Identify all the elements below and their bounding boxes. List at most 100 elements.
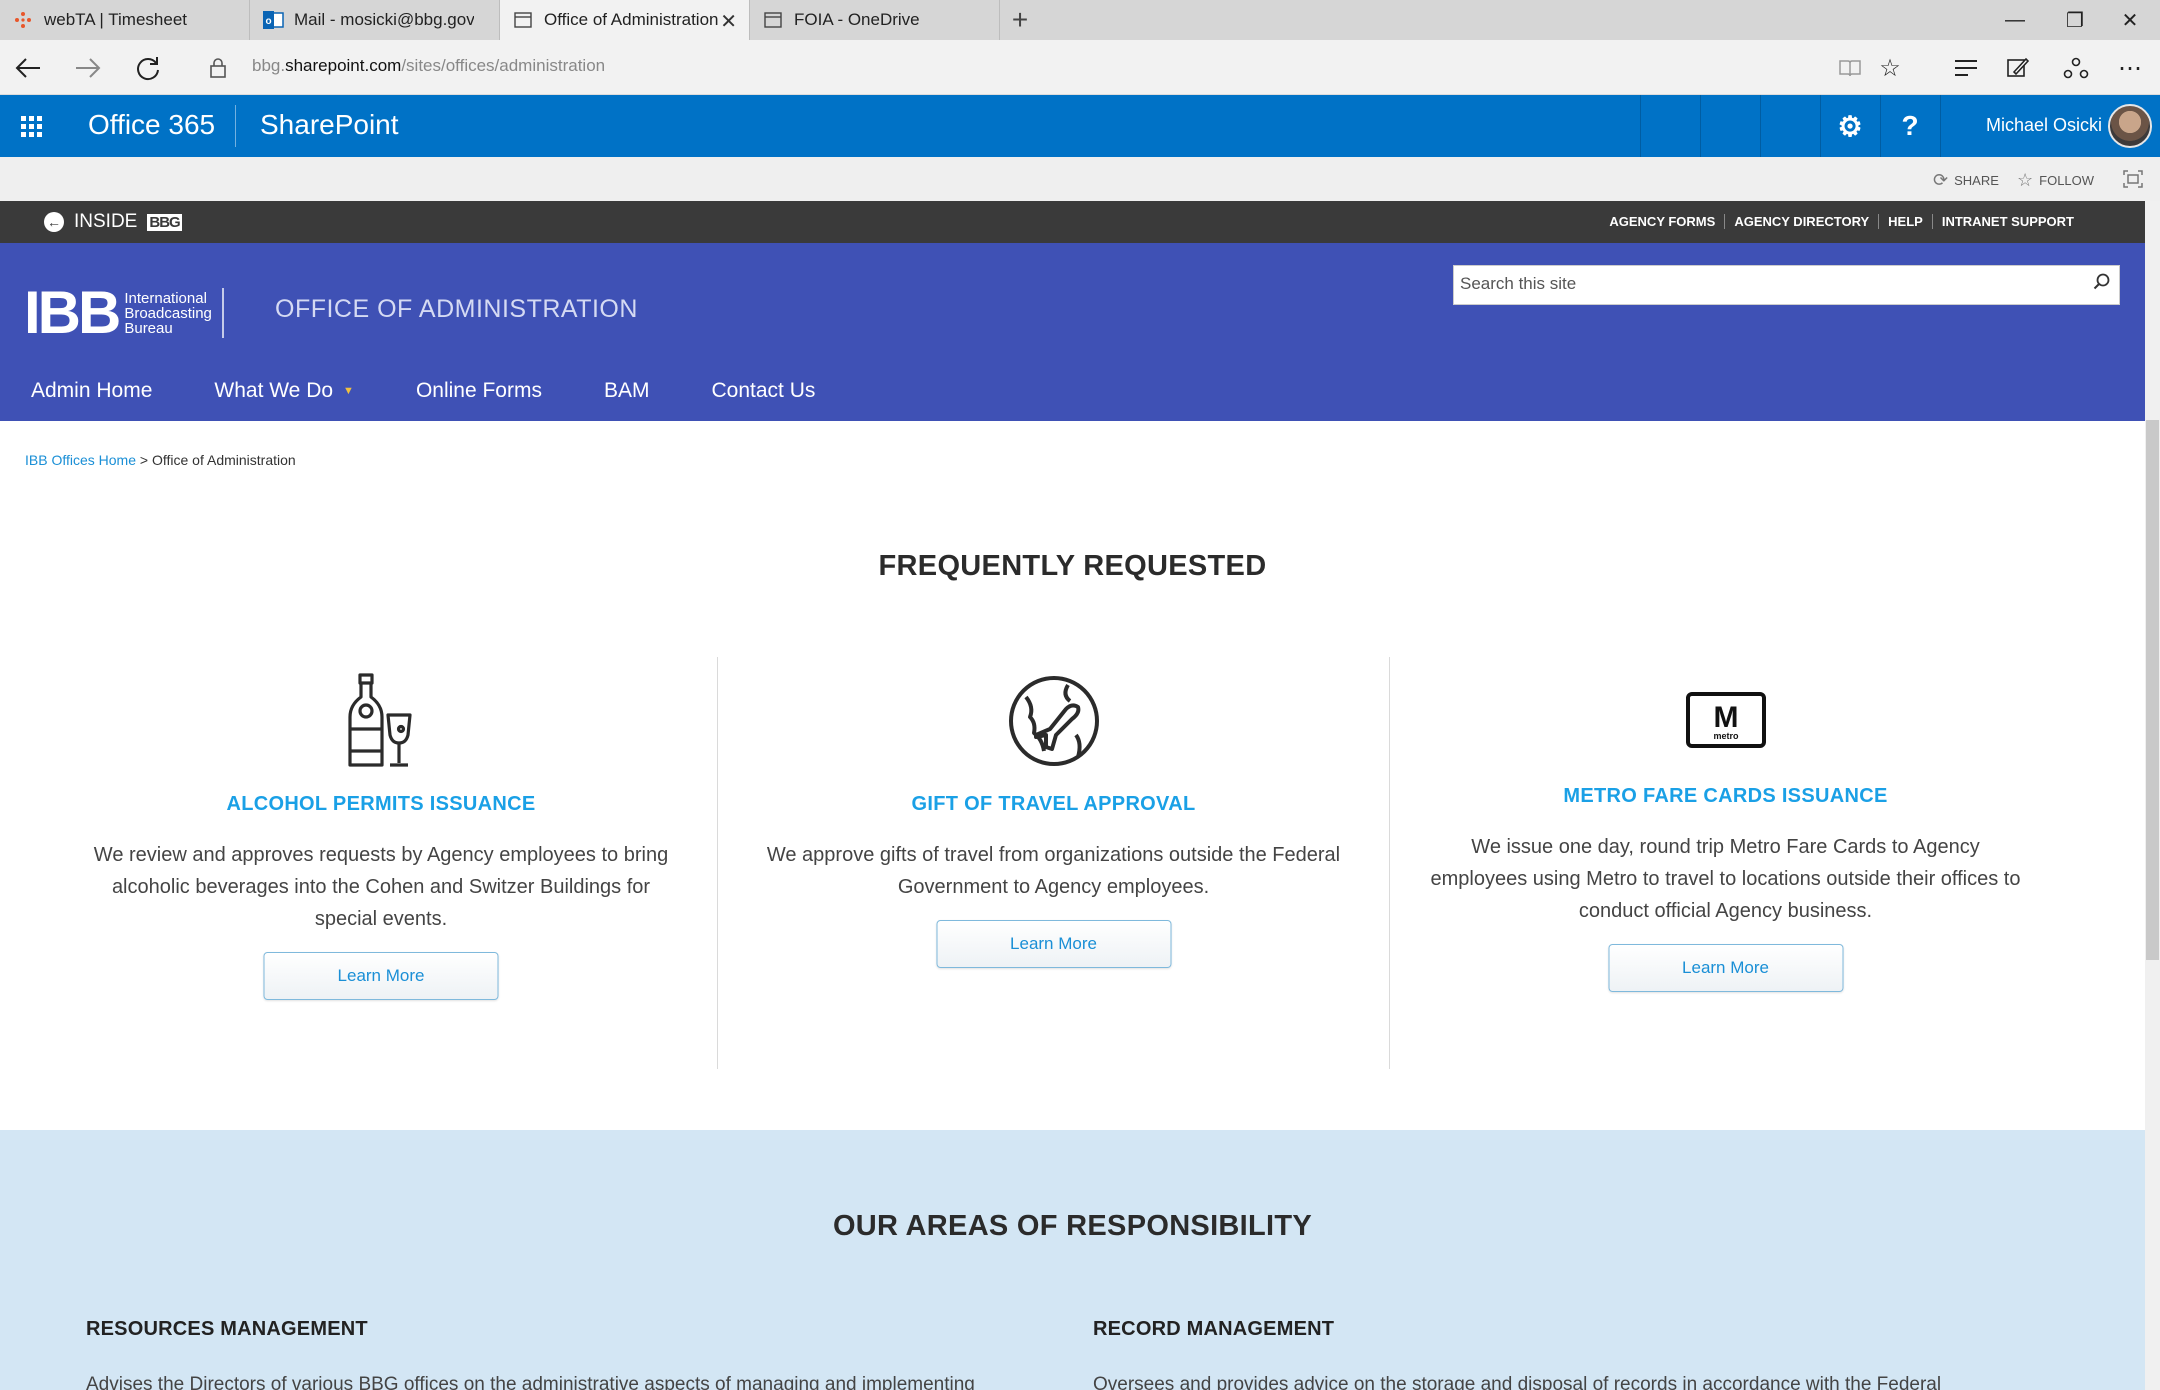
inside-bbg-bar: ← INSIDE BBG AGENCY FORMS AGENCY DIRECTOR… — [0, 201, 2145, 243]
url-field[interactable]: bbg.sharepoint.com/sites/offices/adminis… — [252, 56, 605, 76]
hub-icon[interactable] — [1946, 48, 1986, 88]
star-icon: ☆ — [2017, 170, 2034, 190]
minimize-icon[interactable]: — — [1985, 0, 2045, 40]
nav-online-forms[interactable]: Online Forms — [385, 371, 573, 411]
tab-foia[interactable]: FOIA - OneDrive — [750, 0, 1000, 40]
breadcrumb-home-link[interactable]: IBB Offices Home — [25, 452, 136, 468]
card-description: We issue one day, round trip Metro Fare … — [1430, 836, 2021, 922]
share-sync-icon: ⟳ — [1933, 170, 1949, 190]
main-navigation: Admin Home What We Do ▼ Online Forms BAM … — [0, 371, 846, 411]
learn-more-button[interactable]: Learn More — [936, 920, 1171, 968]
nav-what-we-do[interactable]: What We Do ▼ — [183, 371, 385, 411]
card-title[interactable]: GIFT OF TRAVEL APPROVAL — [718, 793, 1389, 816]
user-name[interactable]: Michael Osicki — [1986, 115, 2102, 136]
share-button[interactable]: ⟳ SHARE — [1933, 170, 1999, 191]
tab-label: Mail - mosicki@bbg.gov — [294, 10, 474, 29]
suite-divider — [1940, 95, 1941, 157]
new-tab-button[interactable]: + — [1000, 0, 1040, 40]
area-text-records: Oversees and provides advice on the stor… — [1093, 1374, 1942, 1390]
more-icon[interactable]: ⋯ — [2110, 48, 2150, 88]
site-header: IBB International Broadcasting Bureau OF… — [0, 243, 2145, 421]
site-title: OFFICE OF ADMINISTRATION — [275, 295, 638, 323]
restore-icon[interactable]: ❐ — [2045, 0, 2105, 40]
search-input[interactable] — [1454, 266, 2054, 302]
back-circle-icon: ← — [44, 212, 64, 232]
champagne-icon — [348, 673, 412, 767]
card-title[interactable]: ALCOHOL PERMITS ISSUANCE — [45, 793, 717, 816]
back-arrow-icon[interactable] — [8, 48, 48, 88]
utility-links: AGENCY FORMS AGENCY DIRECTORY HELP INTRA… — [1600, 214, 2083, 229]
inside-bbg-logo[interactable]: ← INSIDE BBG — [44, 211, 182, 233]
nav-contact-us[interactable]: Contact Us — [680, 371, 846, 411]
share-icon[interactable] — [2056, 48, 2096, 88]
favorite-star-icon[interactable]: ☆ — [1870, 48, 1910, 88]
card-metro-fare-cards: M metro METRO FARE CARDS ISSUANCE We iss… — [1389, 657, 2061, 1069]
suite-divider — [1640, 95, 1641, 157]
tab-label: FOIA - OneDrive — [794, 10, 920, 29]
svg-text:M: M — [1713, 701, 1738, 734]
tab-mail[interactable]: o Mail - mosicki@bbg.gov — [250, 0, 500, 40]
area-heading-resources: RESOURCES MANAGEMENT — [86, 1318, 368, 1340]
tab-label: webTA | Timesheet — [44, 10, 187, 29]
focus-mode-icon[interactable] — [2123, 170, 2143, 188]
breadcrumb-current: Office of Administration — [151, 452, 296, 468]
refresh-icon[interactable] — [128, 48, 168, 88]
suite-bar: Office 365 SharePoint ⚙ ? Michael Osicki — [0, 95, 2160, 157]
globe-plane-icon — [1008, 676, 1099, 766]
metro-icon: M metro — [1685, 692, 1766, 748]
card-title[interactable]: METRO FARE CARDS ISSUANCE — [1390, 785, 2061, 808]
area-text-resources: Advises the Directors of various BBG off… — [86, 1374, 975, 1390]
web-note-icon[interactable] — [1998, 48, 2038, 88]
card-alcohol-permits: ALCOHOL PERMITS ISSUANCE We review and a… — [45, 657, 717, 1069]
outlook-favicon-icon: o — [262, 9, 284, 31]
tab-webta[interactable]: webTA | Timesheet — [0, 0, 250, 40]
svg-text:metro: metro — [1713, 731, 1739, 741]
close-tab-icon[interactable]: ✕ — [720, 9, 737, 34]
page-action-bar: ⟳ SHARE ☆ FOLLOW — [0, 157, 2160, 201]
follow-button[interactable]: ☆ FOLLOW — [2017, 170, 2094, 191]
help-icon[interactable]: ? — [1880, 95, 1940, 157]
learn-more-button[interactable]: Learn More — [1608, 944, 1843, 992]
page-favicon-icon — [512, 9, 534, 31]
ibb-logo[interactable]: IBB International Broadcasting Bureau — [24, 283, 224, 343]
app-launcher-icon[interactable] — [0, 95, 62, 157]
window-close-icon[interactable]: ✕ — [2100, 0, 2160, 40]
suite-divider — [1760, 95, 1761, 157]
card-gift-of-travel: GIFT OF TRAVEL APPROVAL We approve gifts… — [717, 657, 1389, 1069]
address-bar: bbg.sharepoint.com/sites/offices/adminis… — [0, 40, 2160, 95]
lock-icon — [198, 48, 238, 88]
caret-down-icon: ▼ — [343, 385, 354, 397]
areas-title: OUR AREAS OF RESPONSIBILITY — [832, 1210, 1313, 1242]
agency-directory-link[interactable]: AGENCY DIRECTORY — [1725, 214, 1880, 229]
card-description: We approve gifts of travel from organiza… — [766, 844, 1341, 898]
search-icon[interactable] — [2093, 273, 2111, 297]
page-favicon-icon — [762, 9, 784, 31]
intranet-support-link[interactable]: INTRANET SUPPORT — [1933, 214, 2083, 229]
browser-tab-strip: webTA | Timesheet o Mail - mosicki@bbg.g… — [0, 0, 2160, 40]
card-description: We review and approves requests by Agenc… — [93, 844, 669, 930]
suite-divider — [1700, 95, 1701, 157]
svg-text:o: o — [265, 16, 271, 27]
nav-admin-home[interactable]: Admin Home — [0, 371, 183, 411]
tab-office-of-administration[interactable]: Office of Administration ✕ — [500, 0, 750, 40]
tab-label: Office of Administration — [544, 10, 719, 29]
nav-bam[interactable]: BAM — [573, 371, 681, 411]
help-link[interactable]: HELP — [1879, 214, 1933, 229]
webta-favicon-icon — [12, 9, 34, 31]
reading-view-icon[interactable] — [1830, 48, 1870, 88]
site-search — [1453, 265, 2120, 305]
sharepoint-brand[interactable]: SharePoint — [260, 109, 399, 141]
avatar[interactable] — [2108, 104, 2152, 148]
agency-forms-link[interactable]: AGENCY FORMS — [1600, 214, 1726, 229]
office365-brand[interactable]: Office 365 — [88, 109, 215, 141]
areas-of-responsibility: OUR AREAS OF RESPONSIBILITY RESOURCES MA… — [0, 1130, 2145, 1390]
settings-gear-icon[interactable]: ⚙ — [1820, 95, 1880, 157]
learn-more-button[interactable]: Learn More — [263, 952, 499, 1000]
area-heading-records: RECORD MANAGEMENT — [1093, 1318, 1335, 1340]
frequently-requested-title: FREQUENTLY REQUESTED — [878, 550, 1267, 582]
scrollbar-thumb[interactable] — [2146, 420, 2159, 960]
forward-arrow-icon[interactable] — [68, 48, 108, 88]
brand-divider — [235, 105, 236, 147]
breadcrumb: IBB Offices Home > Office of Administrat… — [25, 452, 296, 468]
frequent-cards: ALCOHOL PERMITS ISSUANCE We review and a… — [45, 657, 2095, 1069]
